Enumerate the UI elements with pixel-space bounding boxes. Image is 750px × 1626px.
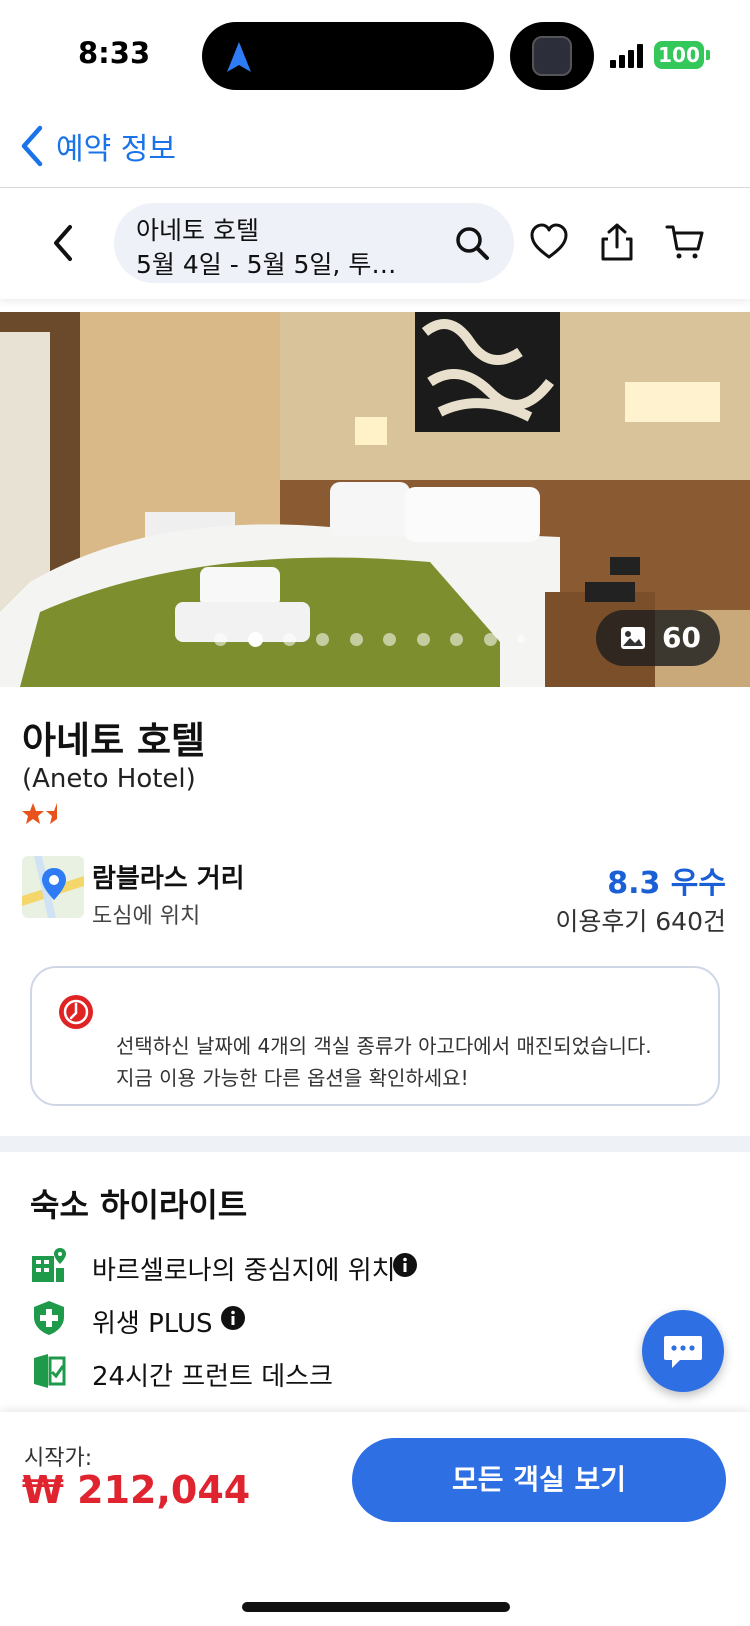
shield-plus-icon [34, 1301, 64, 1335]
dynamic-island [202, 22, 494, 90]
highlight-label: 위생 PLUS [92, 1309, 213, 1339]
review-count[interactable]: 이용후기 640건 [555, 902, 726, 938]
search-hotel-name: 아네토 호텔 [136, 216, 259, 245]
alert-line-1: 선택하신 날짜에 4개의 객실 종류가 아고다에서 매진되었습니다. [116, 1034, 652, 1058]
chat-button[interactable] [642, 1310, 724, 1392]
carousel-dot[interactable] [214, 633, 227, 646]
hotel-name: 아네토 호텔 [22, 719, 206, 762]
carousel-dot[interactable] [316, 633, 329, 646]
alert-line-2: 지금 이용 가능한 다른 옵션을 확인하세요! [116, 1066, 469, 1090]
sold-out-alert: 선택하신 날짜에 4개의 객실 종류가 아고다에서 매진되었습니다. 지금 이용… [30, 966, 720, 1106]
search-dates: 5월 4일 - 5월 5일, 투… [136, 250, 397, 279]
review-score[interactable]: 8.3 우수 [607, 858, 726, 902]
info-icon[interactable] [392, 1252, 418, 1278]
live-activity [510, 22, 594, 90]
image-icon [621, 627, 645, 649]
carousel-dot[interactable] [517, 635, 525, 643]
battery-tip [706, 50, 710, 60]
search-icon[interactable] [454, 225, 490, 261]
back-arrow-icon[interactable] [48, 221, 78, 265]
carousel-dot[interactable] [383, 633, 396, 646]
hotel-name-english: (Aneto Hotel) [22, 764, 196, 794]
back-chevron-icon[interactable] [16, 124, 46, 168]
share-icon[interactable] [596, 221, 638, 263]
battery-icon: 100 [654, 41, 704, 69]
front-desk-icon [34, 1354, 66, 1388]
view-all-rooms-button[interactable]: 모든 객실 보기 [352, 1438, 726, 1522]
carousel-dot[interactable] [350, 633, 363, 646]
signal-icon [610, 44, 643, 68]
photo-count-badge[interactable]: 60 [596, 610, 720, 666]
chat-bubble-icon [664, 1336, 702, 1368]
info-icon[interactable] [220, 1305, 246, 1331]
bottom-booking-bar: 시작가: ₩ 212,044 모든 객실 보기 [0, 1412, 750, 1626]
location-subtitle: 도심에 위치 [92, 904, 201, 929]
highlight-label: 바르셀로나의 중심지에 위치 [92, 1256, 396, 1286]
price-value: ₩ 212,044 [22, 1468, 251, 1512]
alert-message: 선택하신 날짜에 4개의 객실 종류가 아고다에서 매진되었습니다. 지금 이용… [116, 1030, 652, 1094]
status-bar: 8:33 100 [0, 0, 750, 108]
back-button-label[interactable]: 예약 정보 [56, 124, 176, 168]
carousel-dot[interactable] [283, 633, 296, 646]
carousel-dot[interactable] [450, 633, 463, 646]
section-divider [0, 1136, 750, 1152]
highlight-label: 24시간 프런트 데스크 [92, 1362, 333, 1392]
city-location-icon [32, 1248, 66, 1282]
search-summary-pill[interactable]: 아네토 호텔 5월 4일 - 5월 5일, 투… [114, 203, 514, 283]
star-rating-icon [22, 803, 57, 824]
carousel-dot-active[interactable] [248, 632, 263, 647]
highlights-title: 숙소 하이라이트 [30, 1186, 248, 1224]
clock-alert-icon [59, 995, 93, 1029]
photo-count: 60 [662, 621, 701, 654]
cart-icon[interactable] [664, 221, 706, 263]
location-title[interactable]: 람블라스 거리 [92, 858, 245, 895]
heart-icon[interactable] [528, 221, 570, 263]
outer-nav-bar: 예약 정보 [0, 108, 750, 188]
hotel-header: 아네토 호텔 5월 4일 - 5월 5일, 투… [0, 189, 750, 299]
carousel-dot[interactable] [484, 633, 497, 646]
map-pin-icon[interactable] [22, 856, 84, 918]
status-time: 8:33 [78, 36, 151, 70]
carousel-dot[interactable] [417, 633, 430, 646]
home-indicator[interactable] [242, 1602, 510, 1612]
navigation-arrow-icon [227, 42, 251, 72]
app-thumbnail-icon [532, 36, 572, 76]
